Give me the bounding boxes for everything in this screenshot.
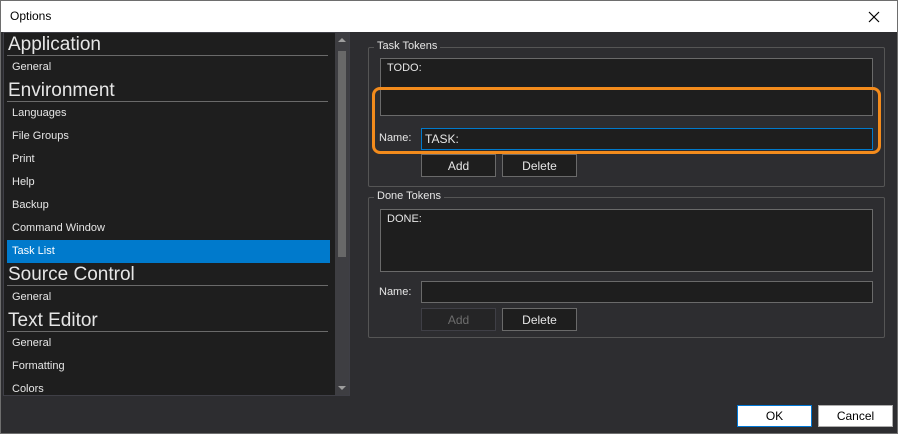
done-tokens-legend: Done Tokens [374,190,445,202]
tree-item-file-groups[interactable]: File Groups [7,125,330,148]
tree-item-task-list[interactable]: Task List [7,240,330,263]
done-name-label: Name: [379,286,412,298]
task-name-input[interactable]: TASK: [421,128,873,150]
scroll-up-button[interactable] [335,33,349,47]
done-delete-button[interactable]: Delete [502,308,577,331]
tree-item-command-window[interactable]: Command Window [7,217,330,240]
section-header-text-editor: Text Editor [7,309,328,332]
done-add-button[interactable]: Add [421,308,496,331]
window-title: Options [10,9,52,23]
task-tokens-list[interactable]: TODO: [380,58,873,116]
task-name-label: Name: [379,132,412,144]
tree-item-source-control-general[interactable]: General [7,286,330,309]
chevron-up-icon [338,38,346,42]
tree-item-help[interactable]: Help [7,171,330,194]
task-add-button[interactable]: Add [421,154,496,177]
tree-item-formatting[interactable]: Formatting [7,355,330,378]
tree-item-text-editor-general[interactable]: General [7,332,330,355]
tree-list: Application General Environment Language… [4,33,333,395]
close-icon [868,11,880,22]
close-button[interactable] [851,1,897,32]
tree-item-backup[interactable]: Backup [7,194,330,217]
dialog-client: Application General Environment Language… [0,32,898,434]
list-item[interactable]: TODO: [387,62,866,74]
scroll-down-button[interactable] [335,381,349,395]
section-header-source-control: Source Control [7,263,328,286]
tree-item-application-general[interactable]: General [7,56,330,79]
section-header-environment: Environment [7,79,328,102]
list-item[interactable]: DONE: [387,213,866,225]
ok-button[interactable]: OK [737,405,812,427]
scroll-thumb[interactable] [338,51,346,257]
tree-item-colors[interactable]: Colors [7,378,330,395]
tree-scrollbar[interactable] [335,33,349,395]
options-tree: Application General Environment Language… [3,32,350,396]
chevron-down-icon [338,386,346,390]
title-bar: Options [0,0,898,32]
dialog-footer: OK Cancel [1,398,897,433]
done-tokens-list[interactable]: DONE: [380,209,873,272]
task-tokens-legend: Task Tokens [374,40,441,52]
tree-item-languages[interactable]: Languages [7,102,330,125]
cancel-button[interactable]: Cancel [818,405,893,427]
done-name-input[interactable] [421,281,873,303]
tree-item-print[interactable]: Print [7,148,330,171]
task-delete-button[interactable]: Delete [502,154,577,177]
section-header-application: Application [7,33,328,56]
